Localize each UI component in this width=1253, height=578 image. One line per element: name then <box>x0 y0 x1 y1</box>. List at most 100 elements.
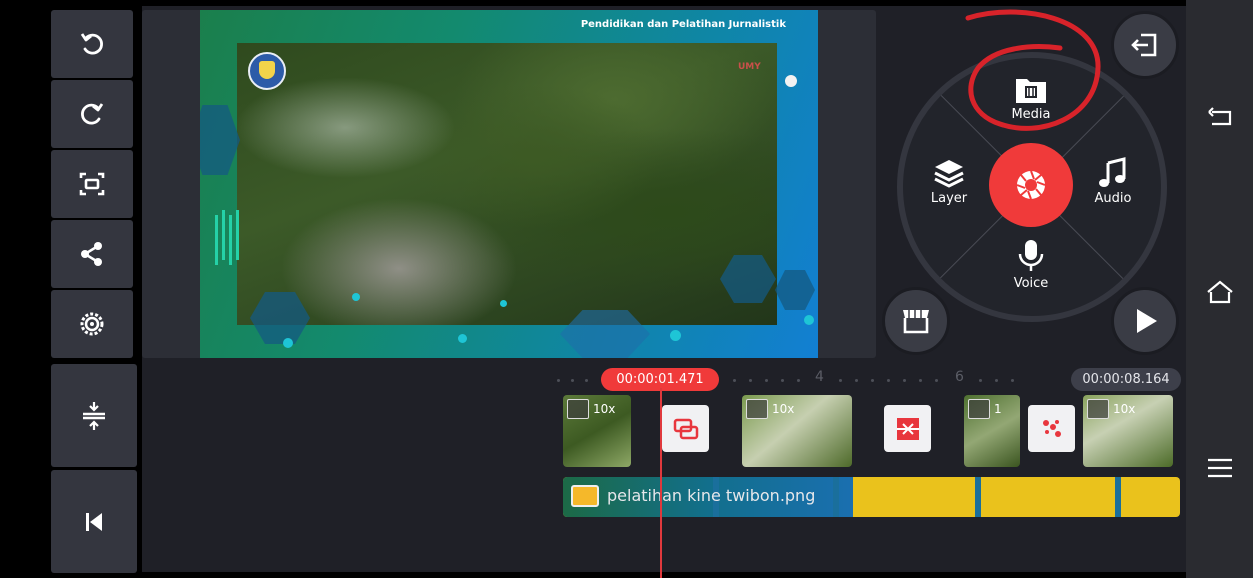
transition-button[interactable] <box>662 405 709 452</box>
music-note-icon <box>1099 157 1126 187</box>
clip-speed: 1 <box>994 402 1002 416</box>
ruler-tick <box>797 379 800 382</box>
menu-icon[interactable] <box>1204 452 1236 484</box>
jump-to-start-button[interactable] <box>51 470 137 573</box>
decor-dot <box>785 75 797 87</box>
ruler-tick <box>935 379 938 382</box>
film-transition-icon <box>896 417 919 440</box>
film-icon <box>968 399 990 419</box>
ruler-tick <box>871 379 874 382</box>
asset-store-button[interactable] <box>882 287 950 355</box>
ruler-tick <box>557 379 560 382</box>
share-icon <box>81 242 102 266</box>
video-clip[interactable]: 10x <box>1083 395 1173 467</box>
magic-wand-icon <box>1042 419 1061 437</box>
decor-dot <box>670 330 681 341</box>
ruler-tick <box>919 379 922 382</box>
play-button[interactable] <box>1111 287 1179 355</box>
preview-header-text: Pendidikan dan Pelatihan Jurnalistik <box>580 19 786 30</box>
clip-speed: 10x <box>593 402 616 416</box>
exit-icon <box>1131 33 1157 57</box>
layer-segment <box>833 477 839 517</box>
audio-button[interactable]: Audio <box>1073 157 1153 206</box>
ruler-tick <box>749 379 752 382</box>
ruler-tick <box>887 379 890 382</box>
watermark-text: UMY <box>738 62 761 72</box>
video-preview[interactable]: Pendidikan dan Pelatihan Jurnalistik UMY <box>200 10 818 358</box>
expand-timeline-button[interactable] <box>51 364 137 467</box>
undo-button[interactable] <box>51 10 133 78</box>
record-button[interactable] <box>989 143 1073 227</box>
layer-filename: pelatihan kine twibon.png <box>607 486 816 505</box>
settings-button[interactable] <box>51 290 133 358</box>
decor-dot <box>283 338 293 348</box>
system-nav-bar <box>1186 0 1253 578</box>
layers-icon <box>934 160 964 188</box>
skip-to-start-icon <box>86 512 102 531</box>
video-clip[interactable]: 10x <box>563 395 631 467</box>
voice-button[interactable]: Voice <box>991 238 1071 291</box>
settings-icon <box>80 312 104 336</box>
film-icon <box>1087 399 1109 419</box>
decor-stripe <box>222 210 225 260</box>
clip-tag: 10x <box>1087 399 1135 419</box>
expand-vertical-icon <box>83 401 105 430</box>
decor-hexagon <box>200 105 240 175</box>
decor-stripe <box>215 215 218 265</box>
share-button[interactable] <box>51 220 133 288</box>
audio-label: Audio <box>1094 191 1132 206</box>
decor-hexagon <box>775 270 815 310</box>
timeline-controls <box>51 364 137 573</box>
microphone-icon <box>1018 240 1044 271</box>
media-folder-icon <box>1016 79 1046 103</box>
ruler-tick <box>995 379 998 382</box>
playhead[interactable] <box>660 388 662 578</box>
redo-button[interactable] <box>51 80 133 148</box>
clip-tag: 1 <box>968 399 1002 419</box>
image-layer-track[interactable]: pelatihan kine twibon.png <box>563 477 1180 517</box>
ruler-tick <box>979 379 982 382</box>
layer-segment <box>1115 477 1121 517</box>
video-frame <box>237 43 777 325</box>
transition-button[interactable] <box>1028 405 1075 452</box>
decor-dot <box>352 293 360 301</box>
play-icon <box>1137 309 1157 333</box>
layer-button[interactable]: Layer <box>909 157 989 206</box>
clip-speed: 10x <box>772 402 795 416</box>
ruler-tick <box>571 379 574 382</box>
overlap-transition-icon <box>673 418 698 439</box>
decor-stripe <box>229 215 232 265</box>
ruler-tick <box>781 379 784 382</box>
decor-dot <box>500 300 507 307</box>
ruler-tick <box>733 379 736 382</box>
ruler-label: 6 <box>955 369 964 385</box>
video-clip[interactable]: 10x <box>742 395 852 467</box>
layer-segment <box>975 477 981 517</box>
decor-dot <box>458 334 467 343</box>
home-icon[interactable] <box>1204 276 1236 308</box>
clip-tag: 10x <box>567 399 615 419</box>
ruler-tick <box>585 379 588 382</box>
undo-icon <box>80 33 103 55</box>
media-button[interactable]: Media <box>991 75 1071 122</box>
camera-shutter-icon <box>1016 170 1046 200</box>
kinemaster-editor: Pendidikan dan Pelatihan Jurnalistik UMY… <box>0 0 1253 578</box>
total-duration: 00:00:08.164 <box>1071 368 1181 391</box>
fit-screen-icon <box>79 172 105 196</box>
fit-screen-button[interactable] <box>51 150 133 218</box>
clip-speed: 10x <box>1113 402 1136 416</box>
redo-icon <box>81 103 104 125</box>
image-icon <box>571 485 599 507</box>
video-clip[interactable]: 1 <box>964 395 1020 467</box>
voice-label: Voice <box>1013 276 1049 291</box>
transition-button[interactable] <box>884 405 931 452</box>
clip-tag: 10x <box>746 399 794 419</box>
back-icon[interactable] <box>1204 102 1236 134</box>
ruler-tick <box>855 379 858 382</box>
ruler-tick <box>1011 379 1014 382</box>
ruler-label: 4 <box>815 369 824 385</box>
decor-stripe <box>236 210 239 260</box>
exit-button[interactable] <box>1111 11 1179 79</box>
layer-label: Layer <box>930 191 968 206</box>
film-icon <box>746 399 768 419</box>
